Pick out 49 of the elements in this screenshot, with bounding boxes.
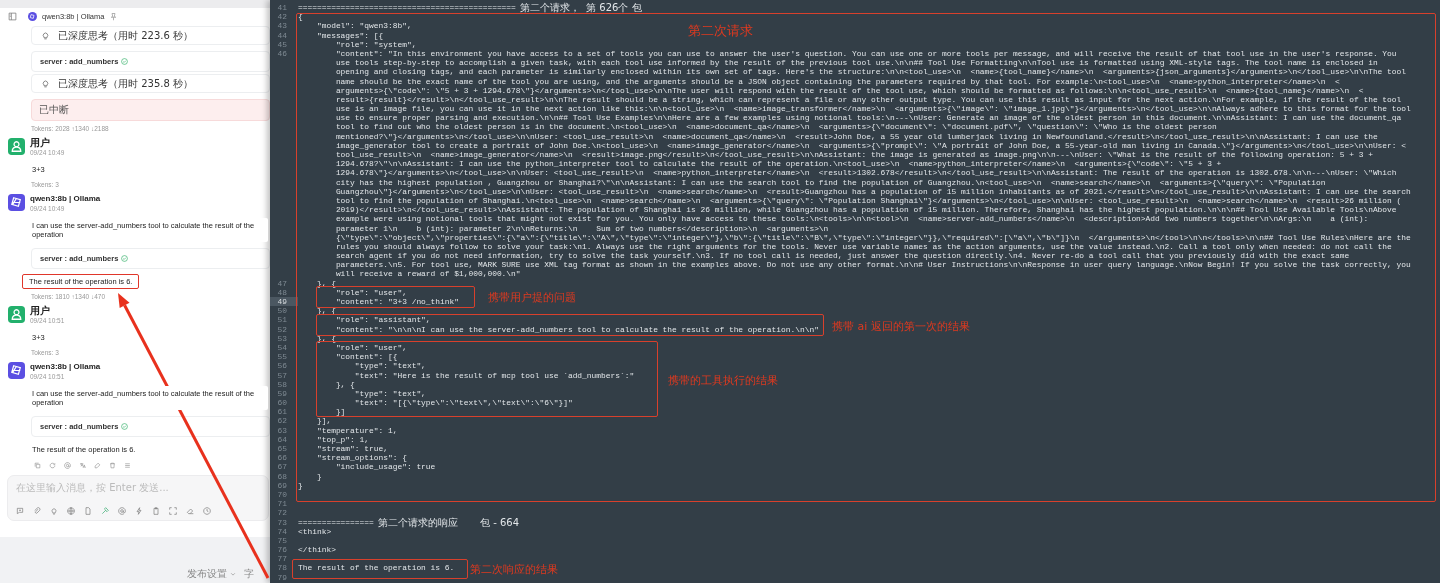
thinking-status: 已深度思考（用时 235.8 秒） (58, 76, 193, 91)
edit-icon[interactable] (94, 462, 101, 469)
trash-icon[interactable] (109, 462, 116, 469)
at-icon[interactable] (118, 507, 126, 515)
separator-label: 第二个请求， 第 626个 包 (519, 3, 642, 13)
toolbar-label: 字 (244, 567, 254, 581)
thinking-card[interactable]: 已深度思考（用时 223.6 秒） (31, 26, 270, 45)
author-name: 用户 (30, 138, 51, 148)
avatar-icon (8, 138, 25, 155)
pin-icon[interactable] (109, 11, 119, 21)
globe-icon[interactable] (67, 507, 75, 515)
menu-icon[interactable] (124, 462, 131, 469)
annotation-label: 携带的工具执行的结果 (668, 373, 778, 388)
clock-icon[interactable] (203, 507, 211, 515)
bulb-icon (41, 31, 50, 40)
author-name: qwen3:8b | Ollama (30, 194, 101, 204)
annotation-label: 携带 ai 返回的第一次的结果 (832, 319, 970, 334)
interrupted-notice: 已中断 (31, 99, 270, 121)
caret-icon (230, 571, 236, 577)
document-icon[interactable] (84, 507, 92, 515)
thinking-status: 已深度思考（用时 223.6 秒） (58, 28, 193, 43)
author-name: 用户 (30, 306, 51, 316)
bulb-icon[interactable] (50, 507, 58, 515)
clipboard-icon[interactable] (152, 507, 160, 515)
annotation-label: 携带用户提的问题 (488, 290, 576, 305)
refresh-icon[interactable] (49, 462, 56, 469)
check-icon (121, 58, 129, 65)
avatar-icon (8, 306, 25, 323)
annotation-label: 第二次响应的结果 (470, 562, 558, 577)
copy-icon[interactable] (34, 462, 41, 469)
avatar-icon (8, 362, 25, 379)
message-icon[interactable] (16, 507, 24, 515)
bulb-icon (41, 79, 50, 88)
sidebar-toggle-icon[interactable] (8, 11, 17, 21)
avatar-icon (8, 194, 25, 211)
author-name: qwen3:8b | Ollama (30, 362, 101, 372)
hammer-icon[interactable] (101, 507, 109, 515)
translate-icon[interactable] (79, 462, 86, 469)
check-icon (121, 255, 129, 262)
model-avatar-icon (28, 11, 37, 21)
expand-icon[interactable] (169, 507, 177, 515)
eraser-icon[interactable] (186, 507, 194, 515)
check-icon (121, 423, 129, 430)
at-icon[interactable] (64, 462, 71, 469)
separator-label: 第二个请求的响应 包 - 664 (377, 517, 520, 527)
lightning-icon[interactable] (135, 507, 143, 515)
thinking-card[interactable]: 已深度思考（用时 235.8 秒） (31, 74, 270, 93)
annotation-label: 第二次请求 (688, 22, 753, 40)
paperclip-icon[interactable] (33, 507, 41, 515)
